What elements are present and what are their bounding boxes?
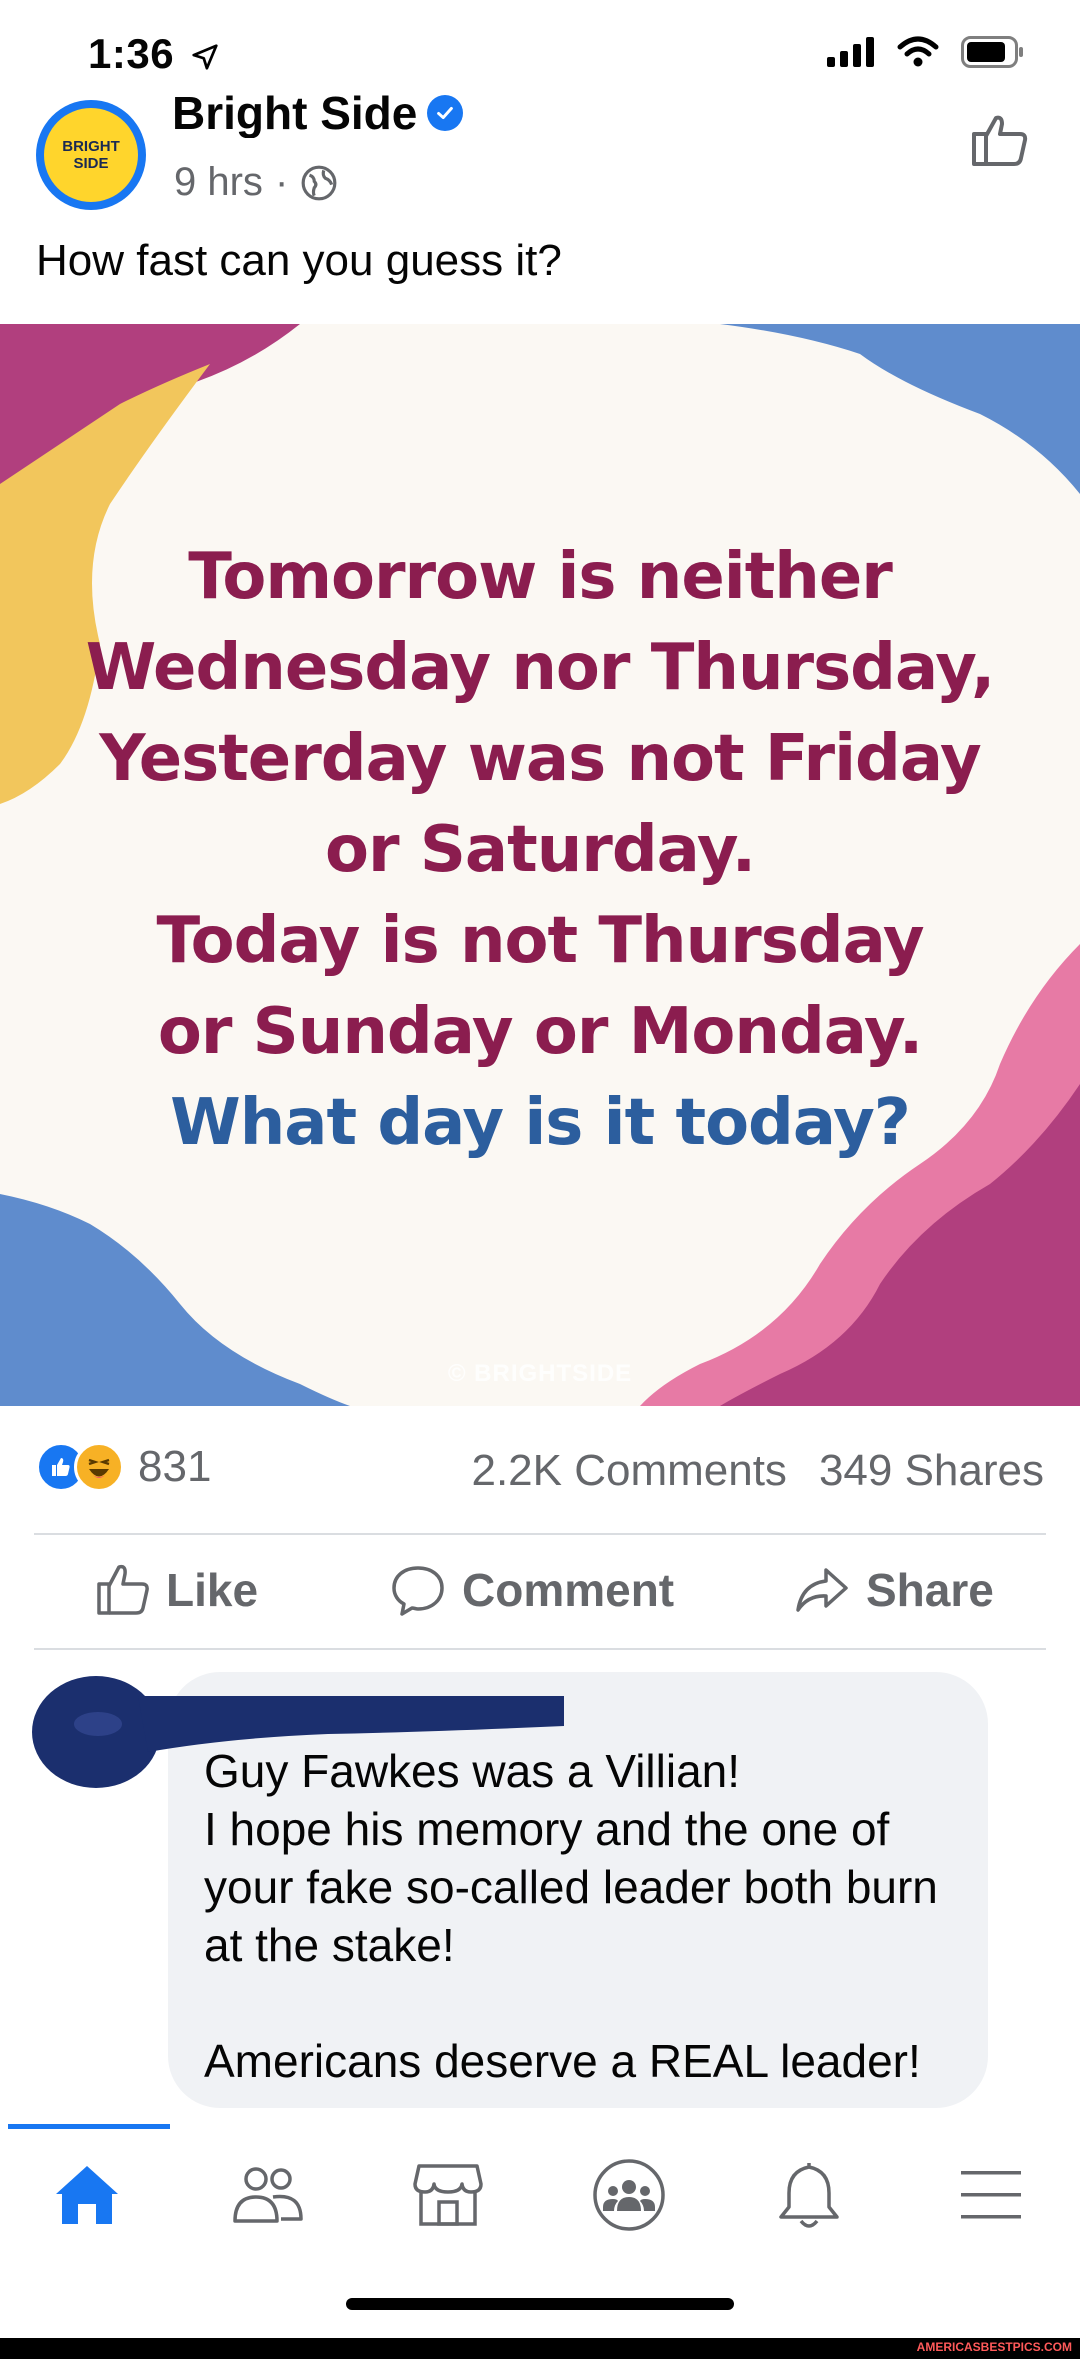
comment-label: Comment [462, 1564, 675, 1616]
image-line: or Sunday or Monday. [157, 995, 923, 1069]
like-button[interactable]: Like [94, 1562, 258, 1618]
comment-text: Guy Fawkes was a Villian! I hope his mem… [204, 1745, 938, 2087]
image-line: Tomorrow is neither [188, 540, 893, 614]
wifi-icon [897, 36, 939, 67]
nav-groups[interactable] [574, 2150, 684, 2240]
footer-watermark: AMERICASBESTPICS.COM [916, 2340, 1072, 2354]
location-arrow-icon [192, 44, 218, 70]
groups-icon [593, 2159, 665, 2231]
bell-icon [779, 2162, 839, 2228]
meta-separator: · [274, 160, 289, 204]
marketplace-icon [413, 2164, 483, 2226]
post-time[interactable]: 9 hrs [174, 160, 263, 205]
share-label: Share [866, 1564, 994, 1616]
active-tab-indicator [8, 2124, 170, 2129]
comments-count[interactable]: 2.2K Comments [471, 1446, 786, 1496]
friends-icon [233, 2167, 303, 2223]
nav-home[interactable] [32, 2150, 142, 2240]
haha-reaction-icon [74, 1442, 124, 1492]
image-line: Today is not Thursday [156, 904, 924, 978]
divider [34, 1533, 1046, 1535]
share-button[interactable]: Share [794, 1562, 994, 1618]
follow-icon[interactable] [968, 112, 1032, 173]
image-text-block: Tomorrow is neither Wednesday nor Thursd… [0, 532, 1080, 1169]
post-stats: 2.2K Comments 349 Shares [471, 1446, 1044, 1496]
comment-button[interactable]: Comment [390, 1562, 674, 1618]
nav-notifications[interactable] [754, 2150, 864, 2240]
nav-friends[interactable] [213, 2150, 323, 2240]
image-line: or Saturday. [325, 813, 756, 887]
nav-marketplace[interactable] [393, 2150, 503, 2240]
footer-strip: AMERICASBESTPICS.COM [0, 2338, 1080, 2359]
avatar-text-1: BRIGHT [62, 138, 120, 155]
avatar-logo: BRIGHT SIDE [44, 108, 138, 202]
post-meta: 9 hrs · [174, 160, 338, 205]
like-label: Like [166, 1564, 259, 1616]
share-icon [796, 1568, 848, 1612]
home-icon [56, 2166, 118, 2224]
avatar-text-2: SIDE [73, 155, 109, 172]
verified-icon [427, 95, 464, 131]
battery-icon [961, 36, 1023, 68]
reaction-count: 831 [138, 1442, 212, 1491]
globe-icon [301, 165, 337, 200]
image-line: Wednesday nor Thursday, [85, 631, 996, 705]
status-time: 1:36 [88, 30, 220, 78]
post-image[interactable]: Tomorrow is neither Wednesday nor Thursd… [0, 324, 1080, 1406]
menu-icon [961, 2171, 1021, 2219]
nav-menu[interactable] [936, 2150, 1046, 2240]
divider [34, 1648, 1046, 1650]
page-avatar[interactable]: BRIGHT SIDE [36, 100, 146, 210]
home-indicator[interactable] [346, 2298, 734, 2310]
status-icons [827, 36, 1025, 68]
page-name[interactable]: Bright Side [172, 88, 417, 138]
image-watermark: © BRIGHTSIDE [447, 1360, 633, 1387]
signal-icon [827, 37, 874, 67]
image-line: Yesterday was not Friday [99, 722, 982, 796]
like-icon [97, 1564, 149, 1615]
post-caption: How fast can you guess it? [36, 236, 562, 285]
page-name-row[interactable]: Bright Side [172, 88, 464, 138]
reactions-summary[interactable]: 831 [36, 1442, 211, 1492]
shares-count[interactable]: 349 Shares [819, 1446, 1044, 1496]
image-question: What day is it today? [170, 1086, 911, 1160]
comment-icon [392, 1566, 444, 1616]
